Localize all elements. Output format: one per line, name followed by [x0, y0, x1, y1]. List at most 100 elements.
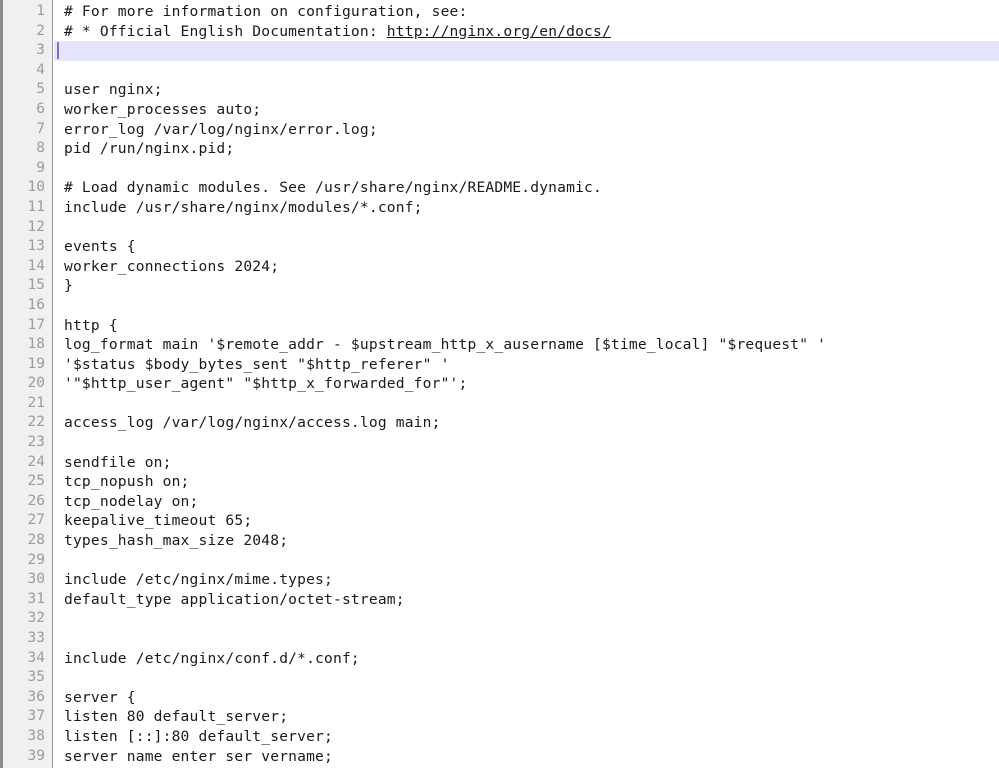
line-number[interactable]: 1	[3, 2, 45, 22]
code-line-text[interactable]: # For more information on configuration,…	[64, 2, 999, 22]
line-number[interactable]: 38	[3, 727, 45, 747]
line-number[interactable]: 5	[3, 80, 45, 100]
line-number[interactable]: 2	[3, 22, 45, 42]
line-number[interactable]: 30	[3, 570, 45, 590]
line-number[interactable]: 11	[3, 198, 45, 218]
code-line[interactable]: 27 keepalive_timeout 65;	[3, 511, 999, 531]
line-number[interactable]: 18	[3, 335, 45, 355]
line-number[interactable]: 22	[3, 413, 45, 433]
line-number[interactable]: 32	[3, 609, 45, 629]
line-number[interactable]: 39	[3, 747, 45, 767]
code-line[interactable]: 8 pid /run/nginx.pid;	[3, 139, 999, 159]
line-number[interactable]: 6	[3, 100, 45, 120]
code-line-text[interactable]: events {	[64, 237, 999, 257]
code-line[interactable]: 12	[3, 218, 999, 238]
code-line[interactable]: 20 '"$http_user_agent" "$http_x_forwarded…	[3, 374, 999, 394]
code-line[interactable]: 35	[3, 668, 999, 688]
line-number[interactable]: 9	[3, 159, 45, 179]
code-line[interactable]: 19 '$status $body_bytes_sent "$http_refer…	[3, 355, 999, 375]
code-line-text[interactable]: access_log /var/log/nginx/access.log mai…	[64, 413, 999, 433]
line-number[interactable]: 20	[3, 374, 45, 394]
code-line[interactable]: 6 worker_processes auto;	[3, 100, 999, 120]
code-line-text[interactable]: listen 80 default_server;	[64, 707, 999, 727]
code-line[interactable]: 30 include /etc/nginx/mime.types;	[3, 570, 999, 590]
code-line-text[interactable]: keepalive_timeout 65;	[64, 511, 999, 531]
line-number[interactable]: 13	[3, 237, 45, 257]
line-number[interactable]: 27	[3, 511, 45, 531]
code-line-text[interactable]: server name enter ser vername;	[64, 747, 999, 767]
code-line[interactable]: 36 server {	[3, 688, 999, 708]
code-line[interactable]: 13 events {	[3, 237, 999, 257]
code-line-text[interactable]: http {	[64, 316, 999, 336]
line-number[interactable]: 28	[3, 531, 45, 551]
code-line[interactable]: 7 error_log /var/log/nginx/error.log;	[3, 120, 999, 140]
code-line[interactable]: 32	[3, 609, 999, 629]
line-number[interactable]: 14	[3, 257, 45, 277]
code-line-text[interactable]: include /etc/nginx/conf.d/*.conf;	[64, 649, 999, 669]
code-line[interactable]: 17 http {	[3, 316, 999, 336]
code-line[interactable]: 24 sendfile on;	[3, 453, 999, 473]
line-number[interactable]: 15	[3, 276, 45, 296]
line-number[interactable]: 25	[3, 472, 45, 492]
code-line[interactable]: 25 tcp_nopush on;	[3, 472, 999, 492]
code-line[interactable]: 11 include /usr/share/nginx/modules/*.con…	[3, 198, 999, 218]
code-line[interactable]: 2 # * Official English Documentation: htt…	[3, 22, 999, 42]
line-number[interactable]: 23	[3, 433, 45, 453]
code-line-text[interactable]: tcp_nopush on;	[64, 472, 999, 492]
line-number[interactable]: 26	[3, 492, 45, 512]
code-line[interactable]: 23	[3, 433, 999, 453]
line-number[interactable]: 36	[3, 688, 45, 708]
line-number[interactable]: 33	[3, 629, 45, 649]
line-number[interactable]: 4	[3, 61, 45, 81]
code-line-active[interactable]: 3	[3, 41, 999, 61]
line-number[interactable]: 7	[3, 120, 45, 140]
code-line-text[interactable]: log_format main '$remote_addr - $upstrea…	[64, 335, 999, 355]
line-number[interactable]: 3	[3, 41, 45, 61]
line-number[interactable]: 34	[3, 649, 45, 669]
code-line-text[interactable]: include /etc/nginx/mime.types;	[64, 570, 999, 590]
code-line[interactable]: 15}	[3, 276, 999, 296]
code-line-text[interactable]: user nginx;	[64, 80, 999, 100]
line-number[interactable]: 17	[3, 316, 45, 336]
code-line-text[interactable]: '$status $body_bytes_sent "$http_referer…	[64, 355, 999, 375]
code-line[interactable]: 4	[3, 61, 999, 81]
code-line-text[interactable]: worker_processes auto;	[64, 100, 999, 120]
code-line[interactable]: 29	[3, 551, 999, 571]
code-line[interactable]: 1 # For more information on configuration…	[3, 2, 999, 22]
code-editor[interactable]: 1 # For more information on configuration…	[0, 0, 999, 768]
code-line-text[interactable]: tcp_nodelay on;	[64, 492, 999, 512]
code-line[interactable]: 37 listen 80 default_server;	[3, 707, 999, 727]
line-number[interactable]: 29	[3, 551, 45, 571]
code-line-text[interactable]: worker_connections 2024;	[64, 257, 999, 277]
line-number[interactable]: 35	[3, 668, 45, 688]
line-number[interactable]: 37	[3, 707, 45, 727]
code-line-text[interactable]: }	[64, 276, 999, 296]
code-line[interactable]: 31 default_type application/octet-stream;	[3, 590, 999, 610]
code-line[interactable]: 9	[3, 159, 999, 179]
line-number[interactable]: 24	[3, 453, 45, 473]
code-line-text[interactable]: sendfile on;	[64, 453, 999, 473]
code-line[interactable]: 22 access_log /var/log/nginx/access.log m…	[3, 413, 999, 433]
code-rows-container[interactable]: 1 # For more information on configuration…	[3, 2, 999, 766]
code-line[interactable]: 26 tcp_nodelay on;	[3, 492, 999, 512]
code-line[interactable]: 14 worker_connections 2024;	[3, 257, 999, 277]
documentation-url-link[interactable]: http://nginx.org/en/docs/	[387, 23, 611, 40]
code-line-text[interactable]: types_hash_max_size 2048;	[64, 531, 999, 551]
code-line-text[interactable]: default_type application/octet-stream;	[64, 590, 999, 610]
line-number[interactable]: 19	[3, 355, 45, 375]
code-line[interactable]: 5 user nginx;	[3, 80, 999, 100]
code-line-text[interactable]: # * Official English Documentation: http…	[64, 22, 999, 42]
code-line[interactable]: 18 log_format main '$remote_addr - $upstr…	[3, 335, 999, 355]
line-number[interactable]: 8	[3, 139, 45, 159]
line-number[interactable]: 12	[3, 218, 45, 238]
code-line[interactable]: 21	[3, 394, 999, 414]
code-line-text[interactable]: include /usr/share/nginx/modules/*.conf;	[64, 198, 999, 218]
code-line[interactable]: 16	[3, 296, 999, 316]
code-line-text[interactable]: error_log /var/log/nginx/error.log;	[64, 120, 999, 140]
code-line[interactable]: 39 server name enter ser vername;	[3, 747, 999, 767]
code-line-text[interactable]: pid /run/nginx.pid;	[64, 139, 999, 159]
code-line-text[interactable]: # Load dynamic modules. See /usr/share/n…	[64, 178, 999, 198]
code-line[interactable]: 34 include /etc/nginx/conf.d/*.conf;	[3, 649, 999, 669]
code-line-text[interactable]: '"$http_user_agent" "$http_x_forwarded_f…	[64, 374, 999, 394]
code-line[interactable]: 33	[3, 629, 999, 649]
